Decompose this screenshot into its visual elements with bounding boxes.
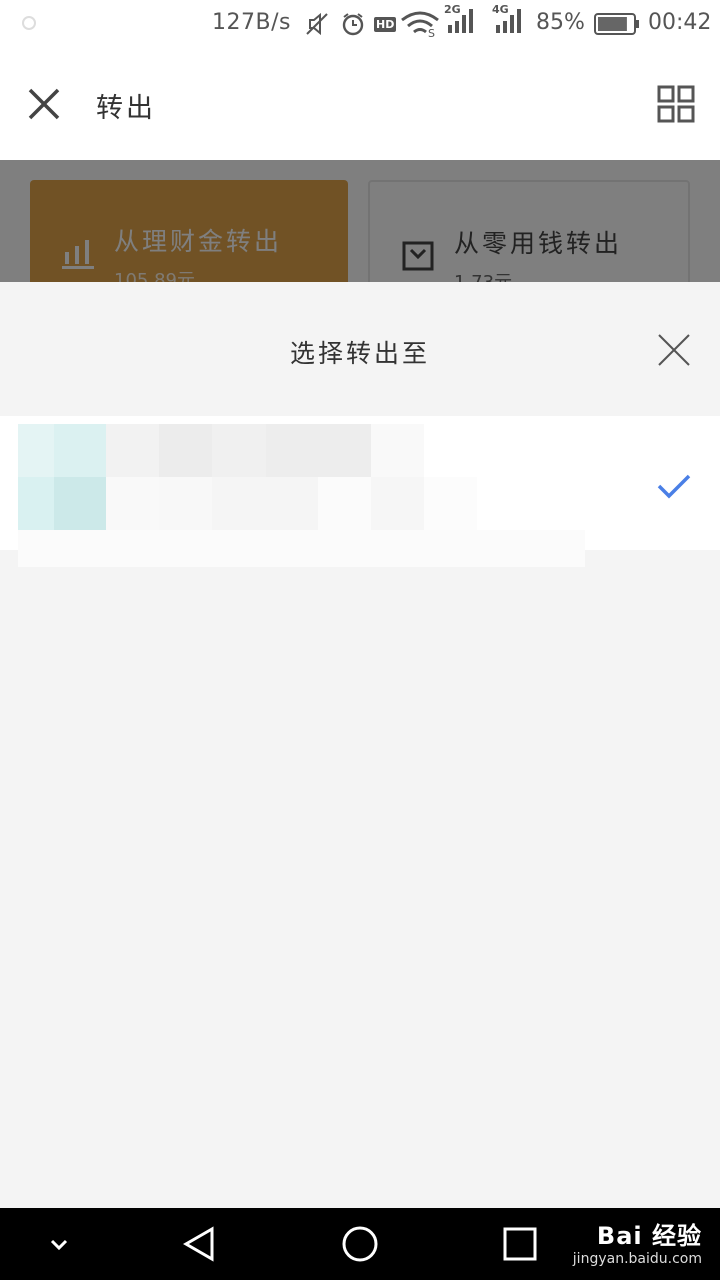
- close-icon: [28, 88, 60, 120]
- redacted-block: [159, 424, 212, 477]
- svg-text:2G: 2G: [444, 3, 461, 16]
- sheet-title: 选择转出至: [289, 339, 430, 368]
- system-nav-bar: Bai 经验 jingyan.baidu.com: [0, 1208, 720, 1280]
- home-circle-icon: [342, 1226, 378, 1262]
- alarm-icon: [340, 10, 366, 38]
- redacted-block: [424, 477, 477, 530]
- redacted-block: [159, 477, 212, 530]
- redacted-block: [106, 477, 159, 530]
- chevron-down-icon: [50, 1239, 68, 1251]
- notification-dot-icon: [22, 16, 36, 30]
- back-triangle-icon: [182, 1226, 214, 1262]
- redacted-block: [371, 424, 424, 477]
- watermark-url: jingyan.baidu.com: [572, 1251, 702, 1267]
- redacted-block: [18, 424, 54, 477]
- sheet-header: 选择转出至: [0, 282, 720, 416]
- recents-square-icon: [503, 1227, 537, 1261]
- close-icon: [658, 334, 690, 366]
- back-button[interactable]: [180, 1224, 220, 1264]
- watermark-logo: Bai 经验: [596, 1222, 702, 1250]
- redacted-block: [212, 477, 318, 530]
- page-title: 转出: [96, 93, 156, 124]
- status-bar: 127B/s HD S 2G 4G 85% 00:42: [0, 0, 720, 48]
- svg-text:S: S: [428, 27, 435, 38]
- redacted-block: [371, 477, 424, 530]
- redacted-block: [106, 424, 159, 477]
- sheet-close-button[interactable]: [656, 332, 692, 368]
- redacted-block: [318, 477, 371, 530]
- network-speed: 127B/s: [212, 10, 291, 35]
- recents-button[interactable]: [502, 1226, 538, 1262]
- signal-4g-icon: 4G: [492, 3, 526, 33]
- redacted-block: [54, 477, 106, 530]
- home-button[interactable]: [340, 1224, 380, 1264]
- app-header: 转出: [0, 48, 720, 160]
- close-button[interactable]: [24, 84, 64, 124]
- hide-nav-button[interactable]: [44, 1230, 74, 1260]
- signal-2g-icon: 2G: [444, 3, 478, 33]
- battery-percent: 85%: [536, 10, 585, 35]
- mute-icon: [304, 10, 330, 38]
- battery-icon: [594, 10, 640, 38]
- wifi-icon: S: [400, 10, 442, 38]
- redacted-block: [212, 424, 266, 477]
- hd-icon: HD: [374, 16, 397, 32]
- redacted-block: [54, 424, 106, 477]
- grid-icon: [657, 85, 695, 123]
- redacted-block: [266, 424, 371, 477]
- svg-text:4G: 4G: [492, 3, 509, 16]
- more-apps-button[interactable]: [656, 84, 696, 124]
- check-icon: [657, 474, 691, 499]
- clock: 00:42: [648, 10, 712, 35]
- redacted-block: [18, 530, 585, 567]
- modal-backdrop[interactable]: [0, 160, 720, 282]
- baidu-watermark: Bai 经验 jingyan.baidu.com: [573, 1216, 702, 1267]
- redacted-block: [18, 477, 54, 530]
